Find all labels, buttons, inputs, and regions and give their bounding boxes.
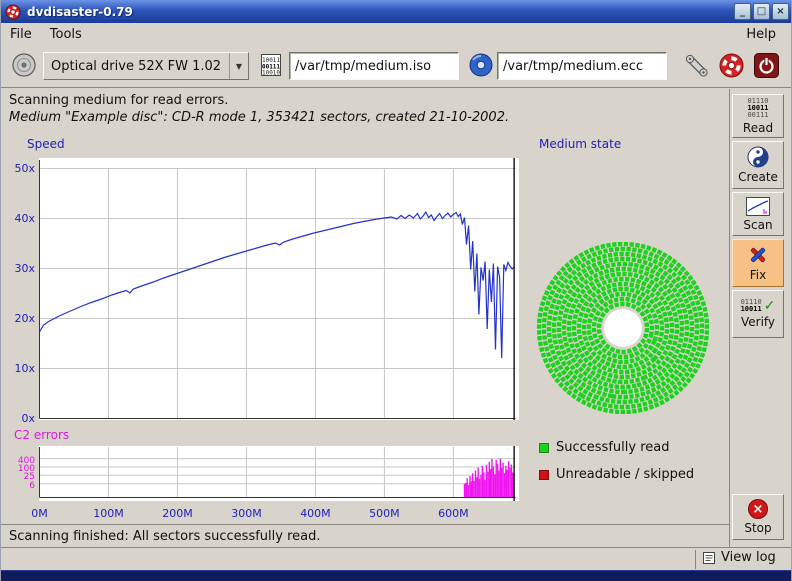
stop-button-label: Stop (744, 521, 771, 535)
drive-icon (11, 52, 37, 78)
medium-state-disc (537, 242, 709, 414)
yin-yang-icon (747, 146, 769, 168)
speed-ytick: 30x (3, 262, 35, 275)
speed-ytick: 20x (3, 312, 35, 325)
menu-tools[interactable]: Tools (41, 25, 91, 44)
check-icon: ✓ (764, 299, 776, 313)
scan-button[interactable]: Scan (732, 192, 784, 236)
stop-icon: × (748, 499, 768, 519)
x-axis-tick: 600M (433, 507, 473, 520)
menu-help[interactable]: Help (737, 25, 785, 44)
status-line-2: Medium "Example disc": CD-R mode 1, 3534… (9, 110, 509, 125)
c2-ytick: 6 (7, 481, 35, 491)
dvdisaster-logo-icon[interactable] (718, 52, 745, 79)
separator (1, 547, 792, 548)
maximize-button[interactable]: □ (753, 3, 770, 20)
read-button[interactable]: 01110 10011 00111 Read (732, 94, 784, 138)
wrench-icon[interactable] (683, 52, 710, 79)
c2-errors-title: C2 errors (14, 428, 69, 442)
drive-selector[interactable]: Optical drive 52X FW 1.02 ▼ (43, 52, 249, 80)
read-button-label: Read (743, 121, 773, 135)
view-log-label: View log (721, 550, 776, 565)
titlebar[interactable]: dvdisaster-0.79 _ □ × (1, 0, 792, 23)
svg-text:10010: 10010 (262, 70, 280, 77)
medium-state-title: Medium state (539, 137, 621, 151)
legend-swatch-green (539, 443, 549, 453)
window-title: dvdisaster-0.79 (27, 5, 732, 19)
legend-unreadable: Unreadable / skipped (539, 467, 694, 482)
speed-ytick: 0x (3, 412, 35, 425)
speed-ytick: 50x (3, 162, 35, 175)
legend-swatch-red (539, 470, 549, 480)
x-axis-tick: 100M (88, 507, 128, 520)
speed-chart (39, 158, 519, 420)
separator (729, 89, 730, 547)
status-line-1: Scanning medium for read errors. (9, 93, 228, 108)
speed-ytick: 10x (3, 362, 35, 375)
app-icon (5, 4, 21, 20)
ecc-file-input[interactable] (497, 52, 667, 80)
separator (695, 550, 696, 569)
verify-button-label: Verify (741, 315, 775, 329)
chevron-down-icon: ▼ (229, 53, 248, 79)
app-window: dvdisaster-0.79 _ □ × File Tools Help Op… (0, 0, 792, 581)
verify-icon: 01110 10011 ✓ (741, 299, 776, 313)
separator (1, 87, 792, 88)
verify-button[interactable]: 01110 10011 ✓ Verify (732, 290, 784, 338)
scan-button-label: Scan (743, 218, 772, 232)
separator (1, 524, 730, 525)
ecc-file-icon (468, 52, 494, 78)
legend-successfully-read: Successfully read (539, 440, 669, 455)
window-frame-bottom (1, 570, 792, 581)
footer-status: Scanning finished: All sectors successfu… (9, 529, 321, 544)
read-icon: 01110 10011 00111 (747, 98, 768, 119)
x-axis-tick: 500M (364, 507, 404, 520)
stop-button[interactable]: × Stop (732, 494, 784, 540)
statusbar: View log (1, 549, 792, 570)
scan-chart-icon (746, 197, 770, 216)
x-axis-tick: 400M (295, 507, 335, 520)
tools-icon (747, 244, 769, 266)
fix-button[interactable]: Fix (732, 239, 784, 287)
image-file-input[interactable] (289, 52, 459, 80)
x-axis-tick: 200M (157, 507, 197, 520)
view-log-button[interactable]: View log (702, 550, 776, 565)
fix-button-label: Fix (750, 268, 766, 282)
speed-chart-title: Speed (27, 137, 65, 151)
close-button[interactable]: × (772, 3, 789, 20)
create-button[interactable]: Create (732, 141, 784, 189)
drive-selector-value: Optical drive 52X FW 1.02 (44, 59, 229, 74)
c2-chart (39, 446, 519, 501)
log-icon (702, 551, 716, 565)
create-button-label: Create (738, 170, 778, 184)
power-quit-icon[interactable] (753, 52, 780, 79)
menu-file[interactable]: File (1, 25, 41, 44)
x-axis-tick: 300M (226, 507, 266, 520)
toolbar: Optical drive 52X FW 1.02 ▼ 10011 00111 … (1, 45, 792, 88)
x-axis-tick: 0M (20, 507, 60, 520)
minimize-button[interactable]: _ (734, 3, 751, 20)
menubar: File Tools Help (1, 23, 792, 45)
image-file-icon: 10011 00111 10010 (259, 52, 283, 78)
speed-ytick: 40x (3, 212, 35, 225)
